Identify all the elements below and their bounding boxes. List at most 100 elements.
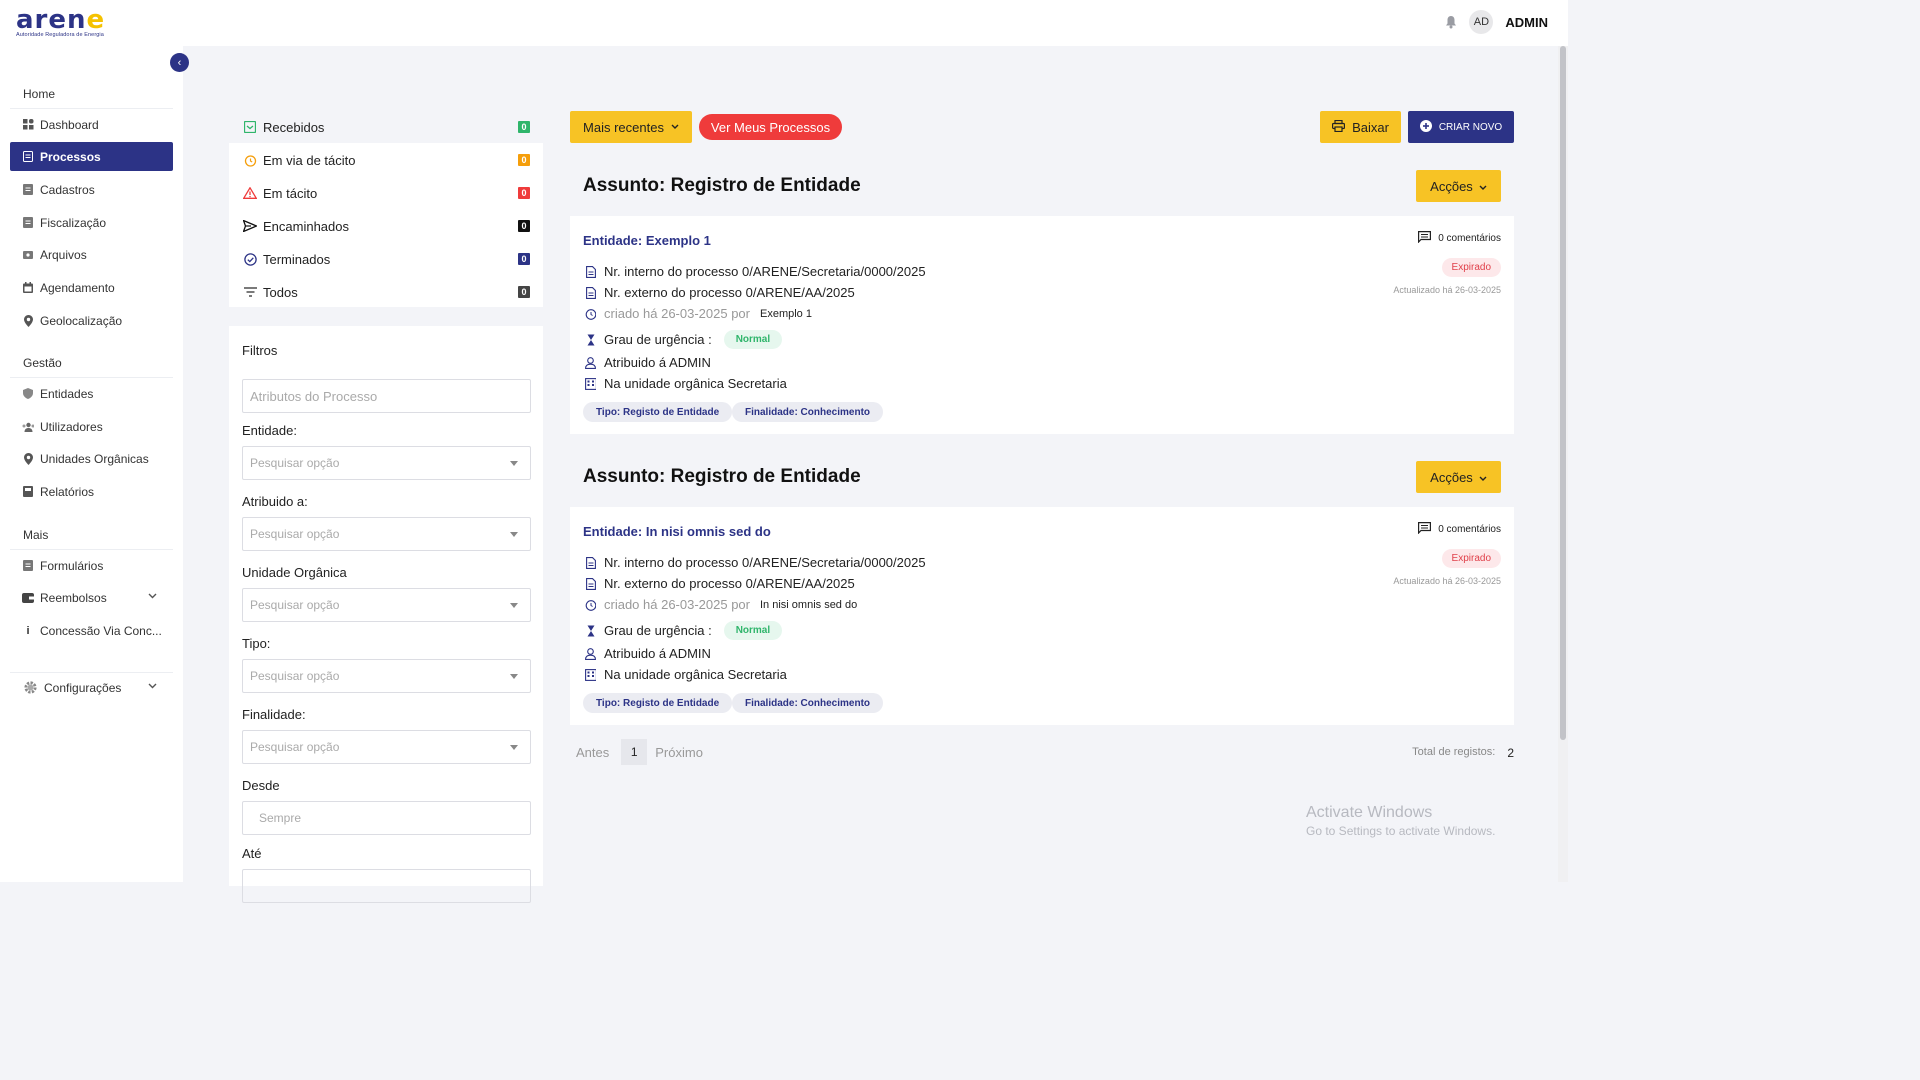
- watermark-title: Activate Windows: [1306, 804, 1433, 821]
- download-button[interactable]: Baixar: [1320, 111, 1401, 143]
- urgency-badge: Normal: [723, 330, 783, 349]
- scrollbar-thumb[interactable]: [1560, 46, 1566, 740]
- sidebar-item-fiscalizacao[interactable]: Fiscalização: [10, 208, 173, 237]
- process-card-header: Assunto: Registro de Entidade Acções: [570, 444, 1514, 514]
- process-card[interactable]: Entidade: In nisi omnis sed do 0 comentá…: [570, 507, 1514, 725]
- sidebar-section-home: Home: [23, 87, 56, 101]
- urgency-row: Grau de urgência : Normal: [585, 621, 783, 640]
- windows-activation-watermark: Activate Windows Go to Settings to activ…: [1306, 804, 1495, 838]
- finalidade-select[interactable]: Pesquisar opção: [242, 730, 531, 764]
- sidebar-item-label: Concessão Via Conc...: [40, 623, 162, 638]
- sidebar-item-label: Arquivos: [40, 247, 87, 262]
- external-number-row: Nr. externo do processo 0/ARENE/AA/2025: [585, 285, 855, 300]
- chevron-down-icon[interactable]: [148, 681, 157, 691]
- atribuido-select[interactable]: Pesquisar opção: [242, 517, 531, 551]
- sidebar-item-utilizadores[interactable]: Utilizadores: [10, 412, 173, 441]
- comments-link[interactable]: 0 comentários: [1418, 231, 1501, 246]
- sidebar-item-relatorios[interactable]: Relatórios: [10, 477, 173, 506]
- book-icon: [22, 486, 34, 498]
- actions-button[interactable]: Acções: [1416, 170, 1501, 202]
- updated-timestamp: Actualizado há 26-03-2025: [1393, 285, 1501, 295]
- comment-icon: [1418, 522, 1432, 537]
- document-icon: [22, 151, 34, 163]
- bell-icon[interactable]: [1445, 15, 1457, 29]
- sidebar-item-dashboard[interactable]: Dashboard: [10, 110, 173, 139]
- comments-link[interactable]: 0 comentários: [1418, 522, 1501, 537]
- hourglass-icon: [585, 334, 596, 346]
- sidebar-item-label: Relatórios: [40, 484, 95, 499]
- sidebar-item-entidades[interactable]: Entidades: [10, 379, 173, 408]
- previous-page-button[interactable]: Antes: [576, 745, 609, 760]
- document-icon: [585, 556, 596, 569]
- created-text: criado há 26-03-2025 por: [604, 306, 750, 321]
- sidebar-item-concessao[interactable]: i Concessão Via Conc...: [10, 616, 173, 645]
- urgency-badge: Normal: [723, 621, 783, 640]
- sidebar-item-arquivos[interactable]: Arquivos: [10, 240, 173, 269]
- sidebar-item-configuracoes[interactable]: Configurações: [10, 673, 173, 702]
- org-unit: Na unidade orgânica Secretaria: [604, 667, 787, 682]
- process-attributes-input[interactable]: Atributos do Processo: [242, 379, 531, 413]
- total-value: 2: [1507, 746, 1514, 760]
- status-item-terminados[interactable]: Terminados 0: [229, 243, 543, 275]
- sort-dropdown-button[interactable]: Mais recentes: [570, 111, 692, 143]
- watermark-subtitle: Go to Settings to activate Windows.: [1306, 824, 1496, 838]
- send-icon: [243, 219, 257, 233]
- hourglass-icon: [585, 625, 596, 637]
- sidebar-item-label: Dashboard: [40, 117, 99, 132]
- process-entity[interactable]: Entidade: In nisi omnis sed do: [583, 524, 771, 539]
- create-new-button[interactable]: CRIAR NOVO: [1408, 111, 1514, 143]
- archive-icon: [22, 249, 34, 261]
- sidebar-item-geolocalizacao[interactable]: Geolocalização: [10, 306, 173, 335]
- next-page-button[interactable]: Próximo: [655, 745, 703, 760]
- status-item-todos[interactable]: Todos 0: [229, 276, 543, 308]
- actions-button[interactable]: Acções: [1416, 461, 1501, 493]
- status-count: 0: [518, 220, 530, 232]
- org-unit: Na unidade orgânica Secretaria: [604, 376, 787, 391]
- unidade-select[interactable]: Pesquisar opção: [242, 588, 531, 622]
- entidade-select[interactable]: Pesquisar opção: [242, 446, 531, 480]
- tipo-label: Tipo:: [242, 636, 271, 651]
- filter-icon: [243, 285, 257, 299]
- collapse-sidebar-button[interactable]: ‹: [170, 53, 189, 72]
- users-icon: [22, 421, 34, 433]
- select-placeholder: Pesquisar opção: [250, 598, 340, 612]
- unit-row: Na unidade orgânica Secretaria: [585, 376, 787, 391]
- process-card[interactable]: Entidade: Exemplo 1 0 comentários Expira…: [570, 216, 1514, 434]
- divider: [10, 549, 173, 550]
- user-icon: [585, 647, 596, 660]
- sidebar-section-gestao: Gestão: [23, 356, 62, 370]
- status-label: Todos: [263, 284, 298, 300]
- divider: [10, 108, 173, 109]
- sidebar-item-label: Reembolsos: [40, 590, 107, 605]
- sidebar-item-agendamento[interactable]: Agendamento: [10, 273, 173, 302]
- assigned-row: Atribuido á ADMIN: [585, 355, 711, 370]
- status-item-recebidos[interactable]: Recebidos 0: [229, 111, 543, 143]
- status-item-em-via-de-tacito[interactable]: Em via de tácito 0: [229, 144, 543, 176]
- total-label: Total de registos:: [1412, 746, 1496, 758]
- sidebar-item-unidades-organicas[interactable]: Unidades Orgânicas: [10, 444, 173, 473]
- status-item-em-tacito[interactable]: Em tácito 0: [229, 177, 543, 209]
- arene-logo[interactable]: arene Autoridade Reguladora de Energia: [16, 7, 105, 38]
- chevron-down-icon[interactable]: [148, 591, 157, 601]
- sidebar-item-processos[interactable]: Processos: [10, 142, 173, 171]
- sidebar-item-cadastros[interactable]: Cadastros: [10, 175, 173, 204]
- process-entity[interactable]: Entidade: Exemplo 1: [583, 233, 711, 248]
- page-number-button[interactable]: 1: [621, 739, 648, 765]
- avatar[interactable]: AD: [1469, 10, 1494, 34]
- desde-date-input[interactable]: Sempre: [242, 801, 531, 835]
- tipo-select[interactable]: Pesquisar opção: [242, 659, 531, 693]
- sidebar-item-label: Agendamento: [40, 280, 115, 295]
- select-placeholder: Pesquisar opção: [250, 669, 340, 683]
- select-placeholder: Pesquisar opção: [250, 527, 340, 541]
- process-subject: Assunto: Registro de Entidade: [583, 175, 861, 196]
- sidebar-item-formularios[interactable]: Formulários: [10, 551, 173, 580]
- status-item-encaminhados[interactable]: Encaminhados 0: [229, 210, 543, 242]
- ate-date-input[interactable]: [242, 869, 531, 903]
- sidebar-item-label: Unidades Orgânicas: [40, 451, 149, 466]
- vertical-scrollbar[interactable]: [1558, 46, 1568, 882]
- sidebar-item-label: Geolocalização: [40, 313, 123, 328]
- sidebar-item-reembolsos[interactable]: Reembolsos: [10, 583, 173, 612]
- chevron-down-icon: [1479, 470, 1487, 485]
- user-name[interactable]: ADMIN: [1505, 15, 1548, 30]
- my-processes-button[interactable]: Ver Meus Processos: [699, 114, 842, 140]
